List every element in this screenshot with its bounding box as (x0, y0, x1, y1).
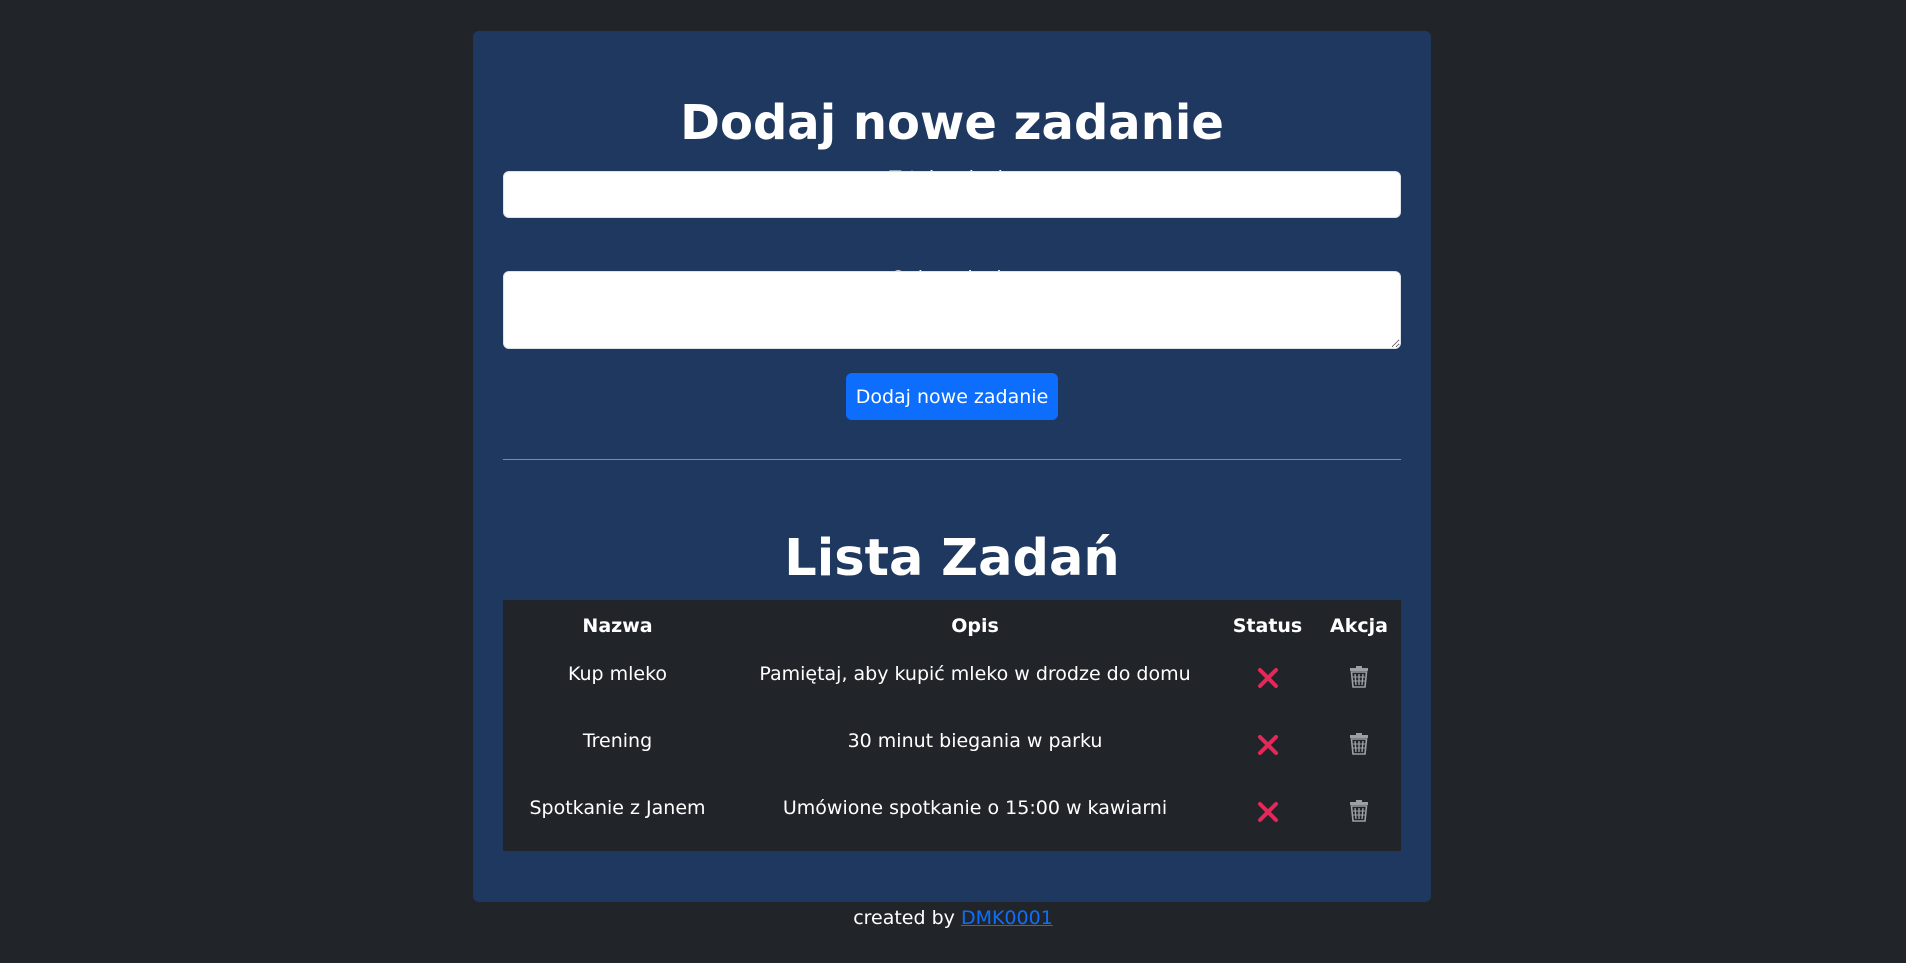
task-name-cell: Kup mleko (503, 652, 732, 719)
task-description-cell: Pamiętaj, aby kupić mleko w drodze do do… (732, 652, 1218, 719)
trash-icon[interactable] (1348, 665, 1370, 689)
task-name-cell: Trening (503, 719, 732, 786)
column-header-action: Akcja (1330, 615, 1388, 637)
trash-icon[interactable] (1348, 732, 1370, 756)
task-name: Kup mleko (567, 663, 668, 685)
task-table-container: Nazwa Opis Status Akcja Kup mleko Pamięt… (503, 600, 1401, 851)
task-table: Nazwa Opis Status Akcja Kup mleko Pamięt… (503, 600, 1401, 853)
list-heading: Lista Zadań (784, 529, 1120, 588)
footer-prefix: created by (853, 907, 955, 929)
task-description: Pamiętaj, aby kupić mleko w drodze do do… (759, 663, 1191, 685)
table-row: Kup mleko Pamiętaj, aby kupić mleko w dr… (503, 652, 1401, 719)
add-task-button[interactable]: Dodaj nowe zadanie (846, 373, 1058, 420)
task-status-cell (1218, 719, 1317, 786)
task-status-cell (1218, 786, 1317, 853)
description-textarea[interactable] (503, 271, 1401, 349)
page: Dodaj nowe zadanie Tytuł zadania Opis za… (0, 0, 1906, 963)
task-description-cell: 30 minut biegania w parku (732, 719, 1218, 786)
task-status-cell (1218, 652, 1317, 719)
task-card: Dodaj nowe zadanie Tytuł zadania Opis za… (473, 31, 1431, 902)
task-name: Spotkanie z Janem (529, 797, 706, 819)
task-action-cell (1317, 652, 1401, 719)
task-description: 30 minut biegania w parku (847, 730, 1103, 752)
form-heading: Dodaj nowe zadanie (680, 95, 1224, 151)
task-name: Trening (582, 730, 653, 752)
table-row: Spotkanie z Janem Umówione spotkanie o 1… (503, 786, 1401, 853)
column-header-name: Nazwa (582, 615, 653, 637)
column-header-description: Opis (951, 615, 999, 637)
task-name-cell: Spotkanie z Janem (503, 786, 732, 853)
trash-icon[interactable] (1348, 799, 1370, 823)
section-divider (503, 459, 1401, 460)
task-action-cell (1317, 719, 1401, 786)
x-icon[interactable] (1255, 665, 1281, 691)
task-description: Umówione spotkanie o 15:00 w kawiarni (782, 797, 1168, 819)
task-description-cell: Umówione spotkanie o 15:00 w kawiarni (732, 786, 1218, 853)
x-icon[interactable] (1255, 732, 1281, 758)
x-icon[interactable] (1255, 799, 1281, 825)
task-action-cell (1317, 786, 1401, 853)
table-row: Trening 30 minut biegania w parku (503, 719, 1401, 786)
title-input[interactable] (503, 171, 1401, 218)
footer: created by DMK0001 (0, 906, 1906, 930)
column-header-status: Status (1232, 615, 1303, 637)
author-link[interactable]: DMK0001 (961, 907, 1053, 929)
table-header-row: Nazwa Opis Status Akcja (503, 600, 1401, 652)
